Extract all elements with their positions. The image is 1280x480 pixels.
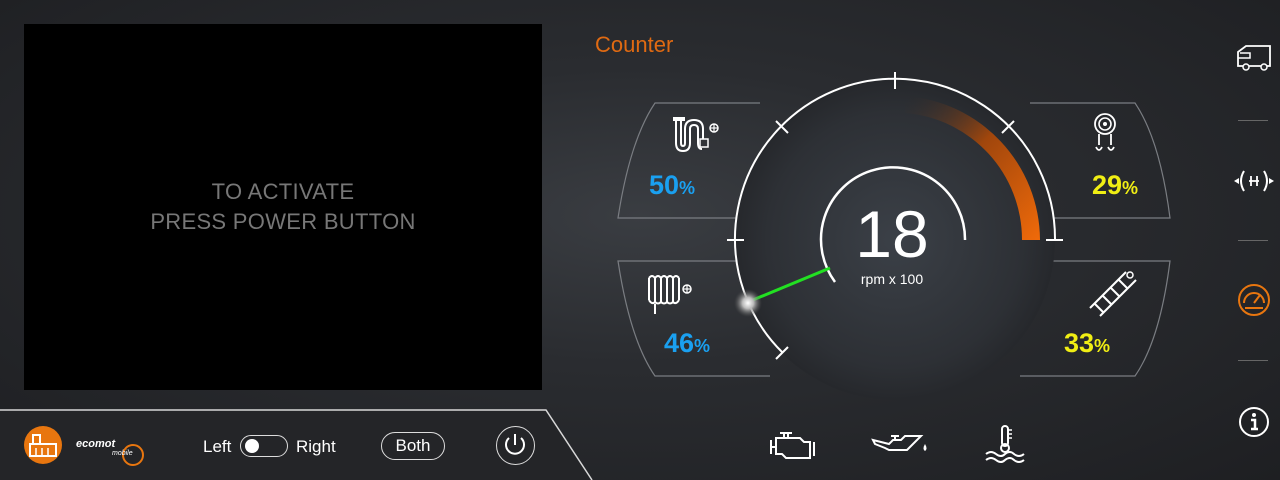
both-button[interactable]: Both [381, 432, 445, 460]
ecomot-logo-sub: mobile [112, 450, 133, 457]
toggle-knob [245, 439, 259, 453]
power-button[interactable] [496, 426, 535, 465]
left-right-toggle[interactable] [240, 435, 288, 457]
ecomot-logo-text: ecomot [76, 438, 116, 450]
coolant-temperature-icon [985, 425, 1025, 463]
power-icon [505, 434, 525, 455]
ifm-logo-mark [29, 434, 57, 457]
gauge-unit: rpm x 100 [860, 271, 924, 287]
engine-icon [770, 432, 815, 459]
info-icon[interactable] [1238, 406, 1270, 438]
right-label: Right [296, 437, 336, 456]
ladder-icon [1089, 271, 1137, 317]
tile-top-right-value: 29% [1092, 170, 1139, 200]
ifm-logo [24, 426, 62, 464]
needle-tip-glow [734, 289, 762, 317]
gauge-value: 18 [855, 197, 929, 271]
sidebar-separator [1238, 120, 1268, 121]
speedometer-icon[interactable] [1237, 283, 1271, 317]
left-label: Left [203, 437, 232, 456]
tile-bottom-left-value: 46% [664, 328, 711, 358]
hydraulic-hose-icon [673, 117, 719, 153]
brake-icon[interactable] [1232, 168, 1276, 194]
sidebar-separator [1238, 360, 1268, 361]
cable-reel-icon [1094, 113, 1116, 151]
oil-pressure-icon [871, 435, 927, 451]
vehicle-icon[interactable] [1236, 44, 1272, 72]
heater-icon [648, 275, 692, 314]
tile-top-left-value: 50% [649, 170, 696, 200]
tile-bottom-right-value: 33% [1064, 328, 1111, 358]
sidebar-separator [1238, 240, 1268, 241]
